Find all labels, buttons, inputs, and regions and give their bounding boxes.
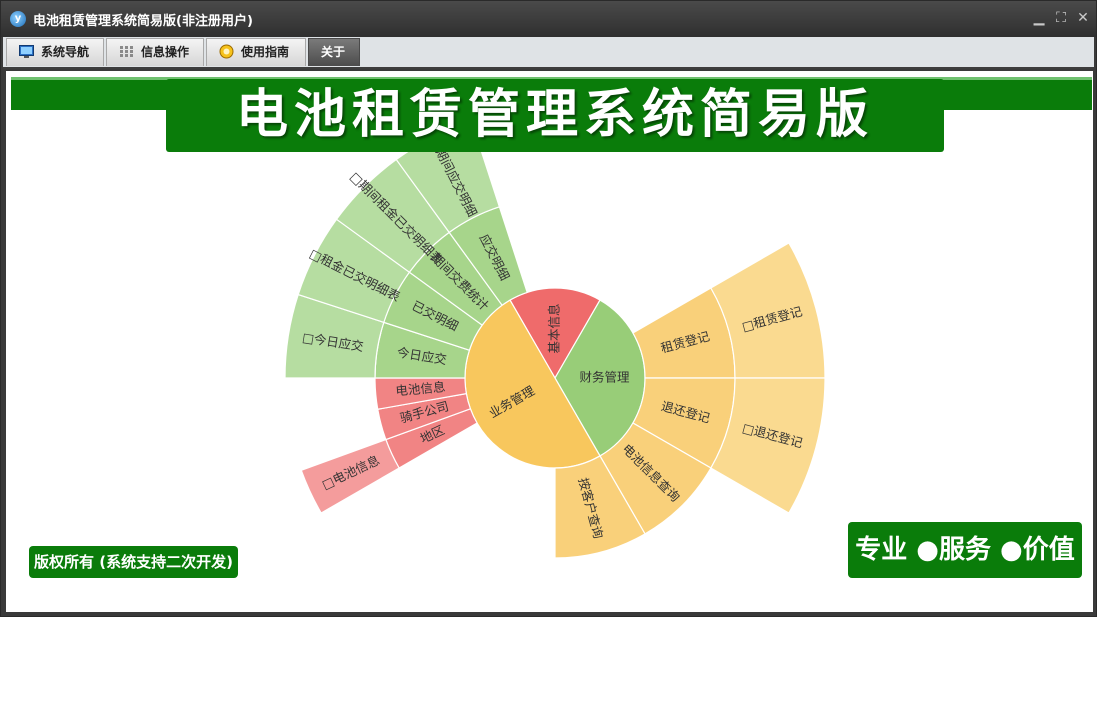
title-bar[interactable]: y 电池租赁管理系统简易版(非注册用户) ▁ ⛶ ✕ (1, 1, 1096, 37)
app-logo-icon: y (10, 11, 26, 27)
tab-info-ops[interactable]: 信息操作 (106, 38, 204, 66)
guide-icon (219, 44, 234, 59)
grid-icon (120, 46, 133, 57)
submenu-item-1[interactable]: □电池信息 (300, 438, 400, 514)
slogan-badge: 专业 ●服务 ●价值 (848, 522, 1082, 578)
tab-system-nav[interactable]: 系统导航 (6, 38, 104, 66)
copyright-badge: 版权所有 (系统支持二次开发) (29, 546, 238, 578)
restore-icon[interactable]: ⛶ (1053, 9, 1069, 27)
monitor-icon (19, 45, 34, 58)
tab-about[interactable]: 关于 (308, 38, 360, 66)
tab-label: 关于 (321, 45, 346, 59)
tab-label: 系统导航 (41, 45, 90, 59)
submenu-item-1-shape[interactable] (300, 438, 400, 514)
page-title: 电池租赁管理系统简易版 (166, 79, 944, 152)
tab-label: 使用指南 (241, 45, 290, 59)
app-window: y 电池租赁管理系统简易版(非注册用户) ▁ ⛶ ✕ 系统导航 信息操作 使用指… (0, 0, 1097, 617)
tab-bar: 系统导航 信息操作 使用指南 关于 (3, 37, 1094, 69)
content-area: 基本信息 财务管理 业务管理 地区 骑手公司 电池信息 今日应交 已交明细 期间交费统计 应交明细… (6, 71, 1093, 612)
window-title: 电池租赁管理系统简易版(非注册用户) (33, 14, 253, 29)
minimize-icon[interactable]: ▁ (1031, 9, 1047, 27)
tab-label: 信息操作 (141, 45, 190, 59)
close-icon[interactable]: ✕ (1075, 9, 1091, 27)
tab-user-guide[interactable]: 使用指南 (206, 38, 306, 66)
